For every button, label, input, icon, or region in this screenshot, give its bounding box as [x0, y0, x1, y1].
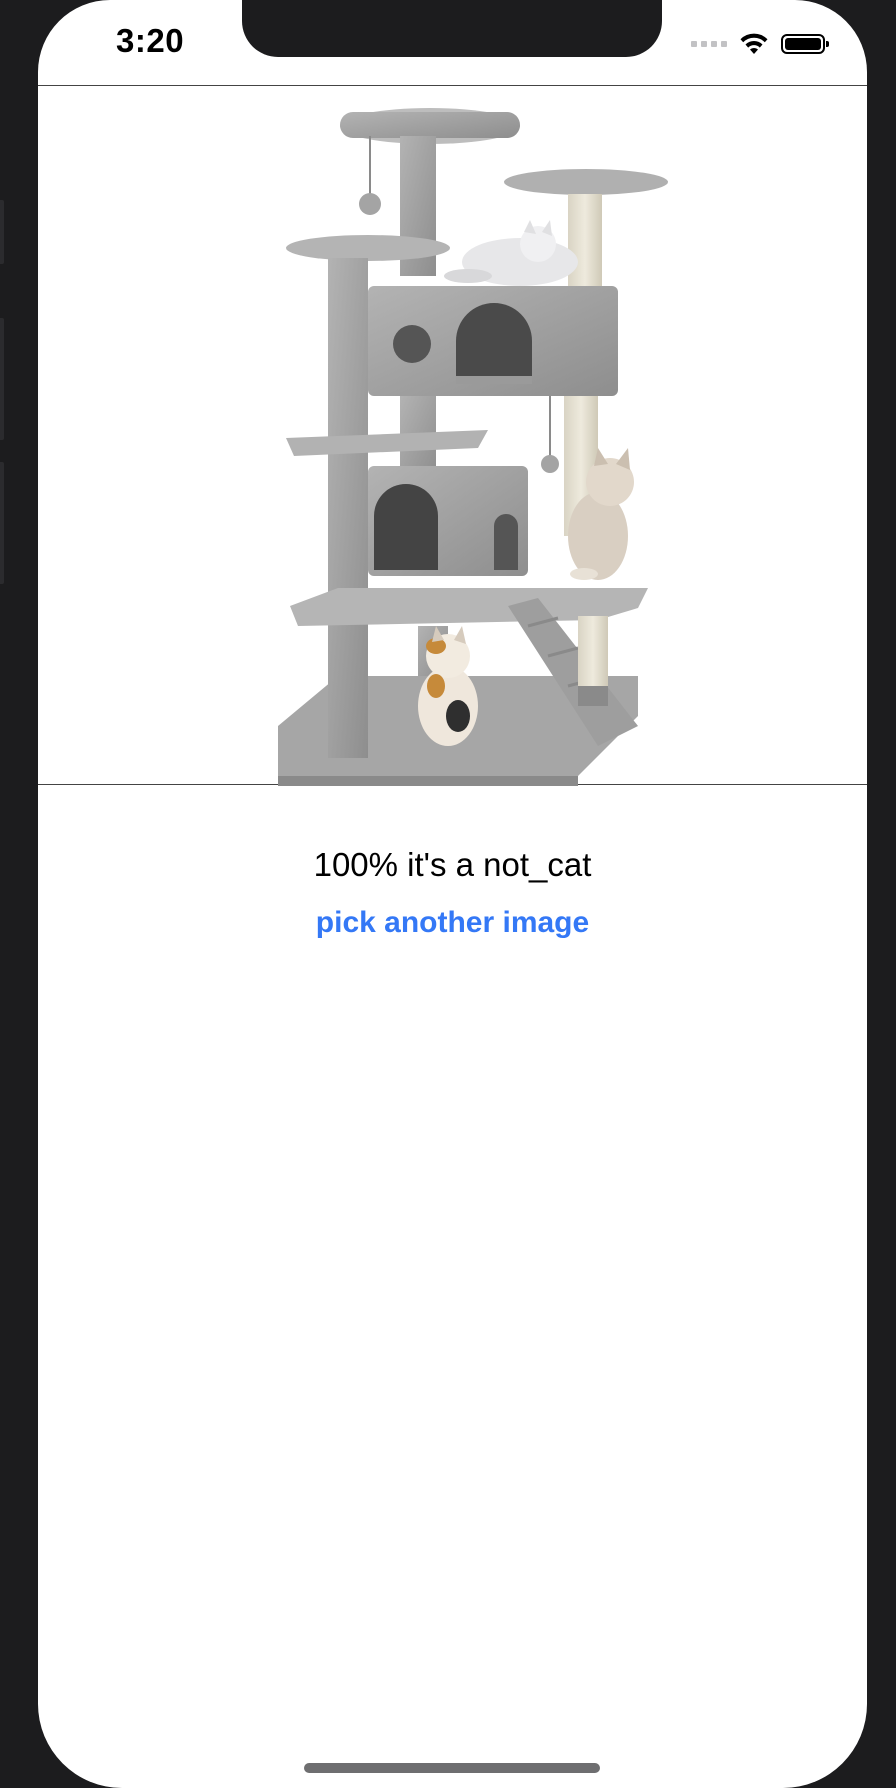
- notch: [242, 0, 662, 57]
- device-frame: 3:20 100% it's a not_cat pick another im…: [0, 0, 896, 1788]
- status-icons: [691, 30, 829, 58]
- status-time: 3:20: [116, 22, 185, 59]
- prediction-result: 100% it's a not_cat: [313, 846, 592, 883]
- mute-switch: [0, 200, 4, 264]
- selected-image: [38, 85, 867, 786]
- app-screen: 3:20 100% it's a not_cat pick another im…: [38, 0, 867, 1788]
- wifi-icon: [740, 33, 768, 54]
- volume-up-button: [0, 318, 4, 440]
- battery-icon: [781, 34, 829, 54]
- home-indicator[interactable]: [304, 1763, 600, 1773]
- cat-tree-photo: [278, 108, 668, 786]
- signal-icon: [691, 41, 727, 47]
- volume-down-button: [0, 462, 4, 584]
- pick-another-image-button[interactable]: pick another image: [38, 906, 867, 940]
